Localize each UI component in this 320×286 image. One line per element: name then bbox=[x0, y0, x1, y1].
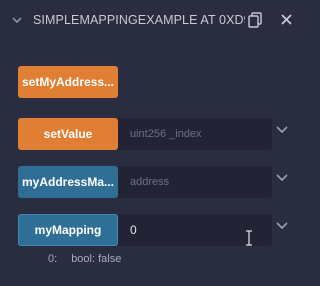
setmyaddress-button[interactable]: setMyAddress... bbox=[18, 66, 118, 98]
myaddressmapping-button[interactable]: myAddressMa... bbox=[18, 166, 118, 198]
myaddressmapping-address-placeholder: address bbox=[130, 176, 170, 188]
mymapping-key-value: 0 bbox=[130, 223, 137, 237]
chevron-down-icon[interactable] bbox=[275, 125, 289, 135]
chevron-down-icon[interactable] bbox=[12, 15, 22, 25]
text-cursor-icon bbox=[246, 230, 252, 246]
mymapping-button[interactable]: myMapping bbox=[18, 214, 118, 246]
chevron-down-icon[interactable] bbox=[275, 173, 289, 183]
contract-panel-header: SIMPLEMAPPINGEXAMPLE AT 0XD91... bbox=[0, 0, 304, 40]
setvalue-button[interactable]: setValue bbox=[18, 118, 118, 150]
close-icon[interactable] bbox=[280, 13, 293, 26]
result-key: 0: bbox=[48, 253, 58, 265]
result-value: bool: false bbox=[71, 253, 122, 265]
copy-icon[interactable] bbox=[248, 12, 262, 28]
contract-title: SIMPLEMAPPINGEXAMPLE AT 0XD91... bbox=[33, 13, 245, 27]
setvalue-index-placeholder: uint256 _index bbox=[130, 128, 202, 140]
setvalue-index-input[interactable]: uint256 _index bbox=[118, 118, 272, 150]
call-result: 0: bool: false bbox=[48, 253, 121, 265]
chevron-down-icon[interactable] bbox=[275, 221, 289, 231]
myaddressmapping-address-input[interactable]: address bbox=[118, 166, 272, 198]
